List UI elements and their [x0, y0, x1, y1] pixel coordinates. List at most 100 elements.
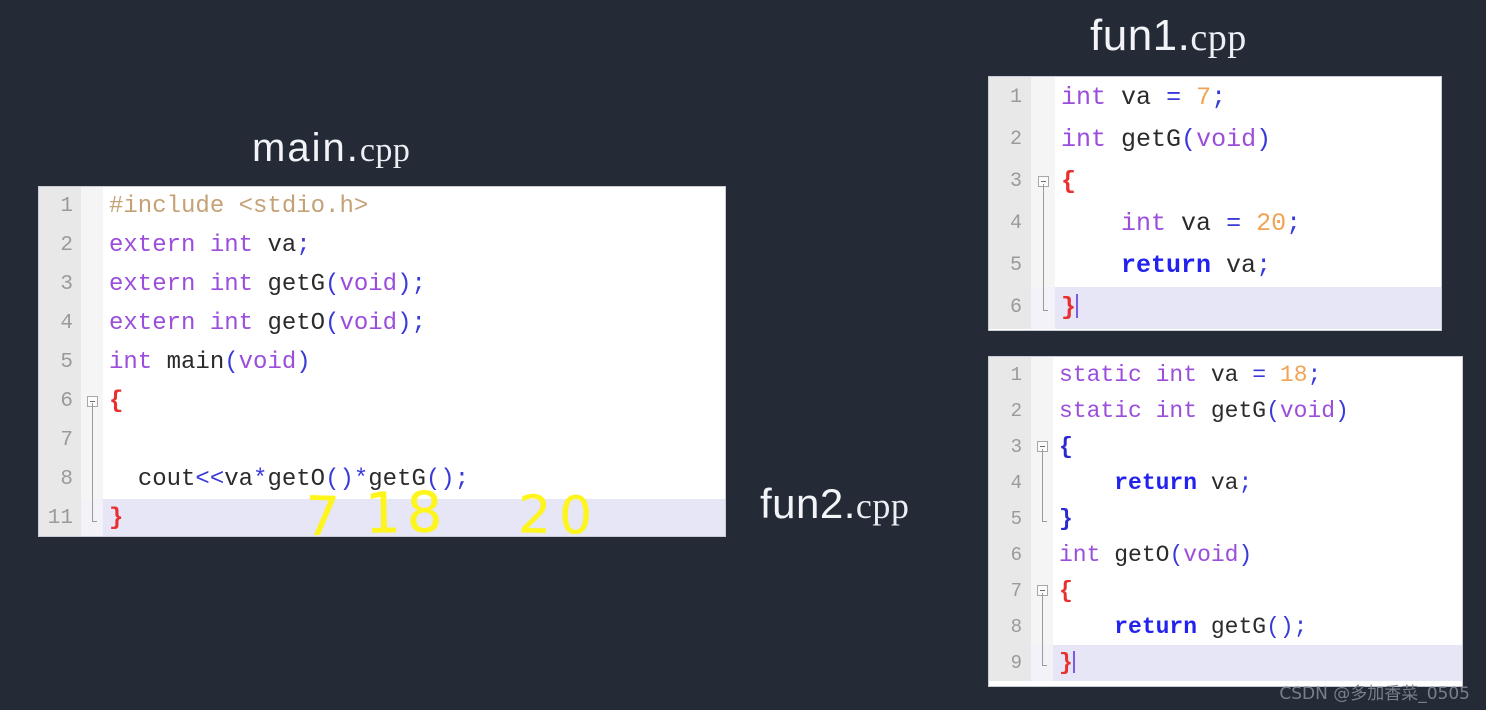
fold-column[interactable] — [1031, 393, 1053, 429]
fold-column[interactable] — [1031, 161, 1055, 203]
code-line[interactable]: 4 extern int getO(void); — [39, 304, 725, 343]
fold-column[interactable] — [1031, 429, 1053, 465]
code-panel-fun2[interactable]: 1 static int va = 18; 2 static int getG(… — [988, 356, 1463, 687]
fold-column[interactable] — [81, 382, 103, 421]
code-panel-fun1[interactable]: 1 int va = 7; 2 int getG(void) 3 { 4 int… — [988, 76, 1442, 331]
code-line[interactable]: 1 static int va = 18; — [989, 357, 1462, 393]
line-number: 3 — [989, 161, 1031, 203]
fold-guide-line — [92, 499, 97, 522]
line-number: 4 — [39, 304, 81, 343]
line-number: 4 — [989, 203, 1031, 245]
code-text[interactable]: int main(void) — [103, 343, 725, 382]
file-title-fun1-stem: fun1. — [1090, 11, 1191, 60]
code-line[interactable]: 4 return va; — [989, 465, 1462, 501]
fold-guide-line — [1042, 448, 1043, 465]
fold-guide-line — [1042, 465, 1043, 501]
code-line[interactable]: 3 { — [989, 161, 1441, 203]
fold-column[interactable] — [1031, 245, 1055, 287]
code-text[interactable]: static int getG(void) — [1053, 393, 1462, 429]
code-line[interactable]: 5 int main(void) — [39, 343, 725, 382]
fold-column[interactable] — [1031, 609, 1053, 645]
line-number: 3 — [39, 265, 81, 304]
fold-guide-line — [1042, 609, 1043, 645]
code-line[interactable]: 6 { — [39, 382, 725, 421]
line-number: 4 — [989, 465, 1031, 501]
code-text[interactable]: } — [1053, 501, 1462, 537]
code-text[interactable]: return va; — [1055, 245, 1441, 287]
code-text[interactable]: return getG(); — [1053, 609, 1462, 645]
code-text[interactable] — [103, 421, 725, 460]
fold-guide-line — [92, 421, 93, 460]
code-text[interactable]: return va; — [1053, 465, 1462, 501]
fold-column[interactable] — [1031, 501, 1053, 537]
fold-column[interactable] — [81, 460, 103, 499]
fold-column[interactable] — [1031, 203, 1055, 245]
code-text[interactable]: { — [1053, 573, 1462, 609]
code-line[interactable]: 2 int getG(void) — [989, 119, 1441, 161]
fold-column[interactable] — [1031, 287, 1055, 329]
line-number: 2 — [989, 119, 1031, 161]
code-line[interactable]: 7 { — [989, 573, 1462, 609]
code-text[interactable]: extern int getG(void); — [103, 265, 725, 304]
line-number: 9 — [989, 645, 1031, 681]
fold-column[interactable] — [81, 421, 103, 460]
fold-column[interactable] — [1031, 537, 1053, 573]
code-text[interactable]: } — [1055, 287, 1441, 329]
watermark-text: CSDN @多加香菜_0505 — [1279, 684, 1470, 704]
file-title-fun1: fun1.cpp — [1090, 14, 1247, 58]
fold-column[interactable] — [81, 304, 103, 343]
code-text[interactable]: { — [103, 382, 725, 421]
fold-column[interactable] — [81, 343, 103, 382]
line-number: 2 — [989, 393, 1031, 429]
fold-column[interactable] — [1031, 465, 1053, 501]
fold-column[interactable] — [81, 499, 103, 536]
line-number: 1 — [989, 77, 1031, 119]
line-number: 1 — [39, 187, 81, 226]
fold-column[interactable] — [81, 265, 103, 304]
fold-column[interactable] — [1031, 119, 1055, 161]
fold-guide-line — [92, 403, 93, 421]
code-line[interactable]: 3 { — [989, 429, 1462, 465]
code-text[interactable]: { — [1055, 161, 1441, 203]
fold-column[interactable] — [1031, 645, 1053, 681]
code-text[interactable]: extern int va; — [103, 226, 725, 265]
code-line[interactable]: 3 extern int getG(void); — [39, 265, 725, 304]
code-text[interactable]: int va = 7; — [1055, 77, 1441, 119]
line-number: 2 — [39, 226, 81, 265]
fold-column[interactable] — [81, 187, 103, 226]
fold-column[interactable] — [1031, 77, 1055, 119]
fold-guide-line — [1042, 592, 1043, 609]
code-line[interactable]: 1 #include <stdio.h> — [39, 187, 725, 226]
text-caret — [1076, 294, 1079, 318]
file-title-fun2-stem: fun2. — [760, 480, 856, 527]
fold-guide-line — [92, 460, 93, 499]
code-line[interactable]: 7 — [39, 421, 725, 460]
code-line[interactable]: 6 int getO(void) — [989, 537, 1462, 573]
fold-column[interactable] — [1031, 357, 1053, 393]
code-text[interactable]: #include <stdio.h> — [103, 187, 725, 226]
code-line[interactable]: 2 static int getG(void) — [989, 393, 1462, 429]
line-number: 5 — [989, 245, 1031, 287]
code-text[interactable]: int getG(void) — [1055, 119, 1441, 161]
file-title-main-stem: main. — [252, 126, 360, 170]
code-text[interactable]: } — [1053, 645, 1462, 681]
file-title-fun2-ext: cpp — [855, 486, 910, 526]
line-number: 8 — [39, 460, 81, 499]
code-line-selected[interactable]: 6 } — [989, 287, 1441, 329]
code-text[interactable]: int va = 20; — [1055, 203, 1441, 245]
code-line[interactable]: 5 } — [989, 501, 1462, 537]
code-text[interactable]: { — [1053, 429, 1462, 465]
fold-column[interactable] — [81, 226, 103, 265]
code-line[interactable]: 1 int va = 7; — [989, 77, 1441, 119]
code-text[interactable]: extern int getO(void); — [103, 304, 725, 343]
code-line-selected[interactable]: 9 } — [989, 645, 1462, 681]
code-line[interactable]: 2 extern int va; — [39, 226, 725, 265]
code-text[interactable]: int getO(void) — [1053, 537, 1462, 573]
code-line[interactable]: 4 int va = 20; — [989, 203, 1441, 245]
code-text[interactable]: static int va = 18; — [1053, 357, 1462, 393]
line-number: 6 — [989, 287, 1031, 329]
fold-column[interactable] — [1031, 573, 1053, 609]
fold-guide-line — [1043, 245, 1044, 287]
code-line[interactable]: 5 return va; — [989, 245, 1441, 287]
code-line[interactable]: 8 return getG(); — [989, 609, 1462, 645]
